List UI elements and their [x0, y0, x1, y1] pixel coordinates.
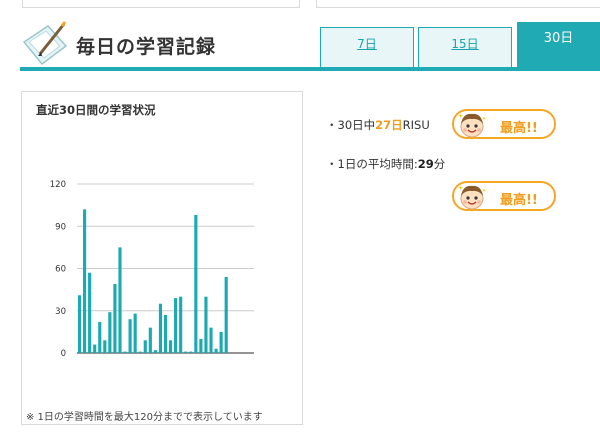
chart-bar	[219, 331, 223, 354]
chart-bar	[123, 351, 127, 353]
avg-prefix: ・1日の平均時間:	[326, 157, 418, 171]
chart-bar	[189, 351, 193, 353]
chart-bar	[88, 272, 92, 353]
chart-bar	[108, 312, 112, 353]
smiling-child-icon: ✦ ✦	[458, 113, 486, 138]
average-time-stat: ・1日の平均時間:29分	[326, 156, 445, 172]
svg-text:✦: ✦	[458, 185, 463, 192]
notebook-pencil-icon	[22, 21, 68, 66]
chart-bar	[148, 327, 152, 353]
y-tick-label: 120	[50, 180, 66, 190]
chart-bar	[194, 214, 198, 353]
tab-7-days[interactable]: 7日	[320, 27, 414, 68]
svg-text:✦: ✦	[482, 116, 486, 122]
chart-bar	[184, 351, 188, 353]
chart-bar	[103, 340, 107, 353]
header: 毎日の学習記録	[20, 20, 300, 68]
chart-bar	[138, 351, 142, 353]
svg-text:✦: ✦	[482, 188, 486, 194]
chart-bar	[143, 340, 147, 353]
tab-15-days[interactable]: 15日	[418, 27, 512, 68]
chart-bar	[98, 322, 102, 353]
chart-panel: 0 30 60 90 120 直近30日間の学習状況 ※ 1日の学習時間を最大120分ま…	[21, 91, 303, 425]
days-studied-stat: ・30日中27日RISU	[326, 117, 430, 133]
days-value: 27日	[375, 118, 403, 132]
chart-bar	[214, 348, 218, 353]
chart-bar	[118, 247, 122, 354]
chart-note: ※ 1日の学習時間を最大120分までで表示しています	[26, 412, 263, 423]
chart-bar	[163, 314, 168, 353]
top-card-right	[316, 0, 600, 8]
y-tick-label: 30	[55, 307, 66, 317]
smiling-child-icon: ✦ ✦	[458, 185, 486, 210]
y-tick-label: 90	[55, 222, 66, 232]
avg-suffix: 分	[433, 157, 446, 171]
header-divider	[20, 67, 600, 71]
chart-bar	[153, 350, 157, 353]
chart-bar	[174, 298, 178, 353]
page-title: 毎日の学習記録	[76, 36, 217, 58]
chart-bar	[199, 338, 203, 353]
avg-value: 29	[417, 157, 434, 171]
rating-badge: ✦ ✦ 最高!!	[452, 109, 556, 139]
badge-label: 最高!!	[500, 193, 538, 208]
top-card-left	[22, 0, 300, 8]
svg-text:✦: ✦	[458, 113, 463, 120]
chart-bar	[128, 319, 132, 353]
chart-bar	[224, 276, 228, 353]
y-tick-label: 60	[55, 265, 66, 275]
chart-bar	[93, 344, 97, 353]
study-time-chart: 0 30 60 90 120	[50, 180, 254, 359]
chart-bar	[158, 303, 163, 353]
y-tick-label: 0	[61, 349, 66, 359]
chart-bar	[168, 340, 173, 353]
chart-bar	[113, 283, 117, 353]
chart-bar	[209, 327, 213, 353]
days-suffix: RISU	[402, 118, 430, 132]
chart-title: 直近30日間の学習状況	[36, 103, 156, 117]
rating-badge: ✦ ✦ 最高!!	[452, 181, 556, 211]
badge-label: 最高!!	[500, 121, 538, 136]
tab-30-days[interactable]: 30日	[517, 22, 600, 68]
chart-bar	[83, 209, 87, 353]
chart-bar	[133, 313, 137, 353]
days-prefix: ・30日中	[326, 118, 376, 132]
chart-bar	[179, 296, 183, 353]
chart-bar	[204, 296, 208, 353]
chart-bar	[77, 295, 82, 353]
